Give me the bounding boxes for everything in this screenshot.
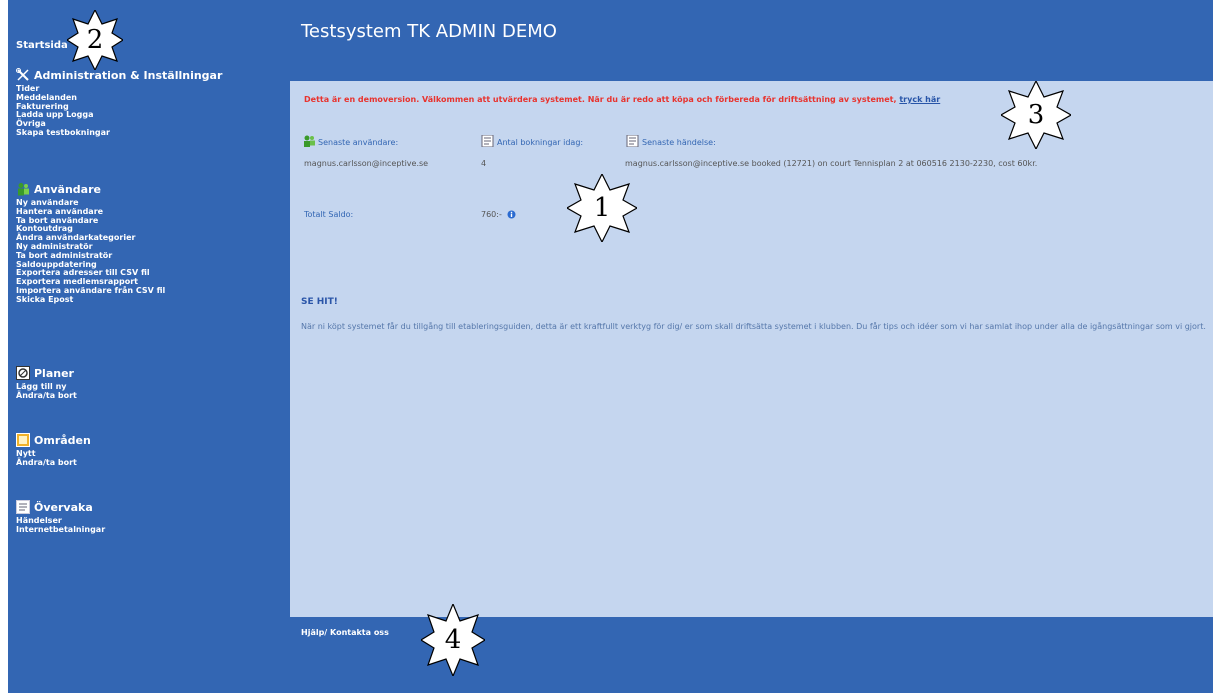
callout-1: 1 [565, 172, 639, 244]
user-icon [304, 135, 315, 147]
bookings-today-label: Antal bokningar idag: [497, 138, 584, 147]
sidebar-section-title: Övervaka [34, 500, 93, 514]
sidebar-section-items: Tider Meddelanden Fakturering Ladda upp Log… [16, 84, 222, 138]
sidebar-item[interactable]: Ändra/ta bort [16, 458, 91, 468]
callout-3-label: 3 [1027, 100, 1045, 130]
app-title: Testsystem TK ADMIN DEMO [301, 21, 557, 42]
sidebar-section-header: Övervaka [16, 498, 105, 516]
latest-event-label-group: Senaste händelse: [626, 135, 716, 147]
bookings-today-value: 4 [481, 159, 487, 168]
callout-2-label: 2 [86, 25, 104, 55]
sidebar-section-title: Användare [34, 182, 101, 196]
sidebar-item[interactable]: Ladda upp Logga [16, 111, 222, 120]
document-icon [481, 135, 494, 147]
sidebar-section: Planer Lägg till ny Ändra/ta bort [16, 364, 77, 401]
sidebar-section-items: Ny användare Hantera användare Ta bort anv… [16, 198, 165, 305]
bookings-today-label-group: Antal bokningar idag: [481, 135, 583, 147]
sidebar-section-title: Planer [34, 366, 74, 380]
latest-user-label-group: Senaste användare: [302, 135, 398, 147]
callout-3: 3 [999, 79, 1073, 151]
demo-notice: Detta är en demoversion. Välkommen att u… [304, 95, 940, 104]
sidebar-section-items: Lägg till ny Ändra/ta bort [16, 382, 77, 401]
monitor-icon [16, 500, 30, 514]
sidebar-section-items: Nytt Ändra/ta bort [16, 449, 91, 468]
sidebar-home-link[interactable]: Startsida [16, 40, 68, 51]
sidebar-item[interactable]: Skicka Epost [16, 295, 165, 305]
sidebar-item[interactable]: Ändra/ta bort [16, 391, 77, 401]
total-balance-label: Totalt Saldo: [304, 210, 354, 219]
sidebar-section-title: Administration & Inställningar [34, 68, 223, 82]
main-panel: Detta är en demoversion. Välkommen att u… [290, 81, 1213, 617]
area-icon [16, 433, 30, 447]
sidebar-item[interactable]: Skapa testbokningar [16, 128, 222, 138]
sidebar-item[interactable]: Internetbetalningar [16, 525, 105, 535]
callout-4-label: 4 [444, 625, 462, 655]
latest-event-label: Senaste händelse: [642, 138, 716, 147]
info-icon[interactable] [507, 210, 516, 219]
latest-user-label: Senaste användare: [318, 138, 399, 147]
sidebar-section: Områden Nytt Ändra/ta bort [16, 431, 91, 468]
sidebar-section-header: Områden [16, 431, 91, 449]
sidebar-section-items: Händelser Internetbetalningar [16, 516, 105, 535]
se-hit-heading: SE HIT! [301, 297, 338, 307]
document-icon [626, 135, 639, 147]
sidebar-section-title: Områden [34, 433, 91, 447]
latest-user-value: magnus.carlsson@inceptive.se [304, 159, 429, 168]
total-balance-value: 760:- [481, 210, 502, 219]
help-contact-link[interactable]: Hjälp/ Kontakta oss [301, 628, 389, 637]
latest-event-value: magnus.carlsson@inceptive.se booked (127… [625, 159, 1038, 168]
demo-notice-text: Detta är en demoversion. Välkommen att u… [304, 95, 897, 104]
purchase-link[interactable]: tryck här [899, 95, 940, 104]
court-icon [16, 366, 30, 380]
total-balance-group: 760:- [481, 210, 516, 219]
callout-2: 2 [65, 8, 125, 72]
users-icon [16, 182, 30, 196]
sidebar-section: Administration & Inställningar Tider Medde… [16, 66, 222, 138]
sidebar-section: Övervaka Händelser Internetbetalningar [16, 498, 105, 535]
callout-1-label: 1 [593, 193, 611, 223]
sidebar-section-header: Användare [16, 180, 165, 198]
se-hit-text: När ni köpt systemet får du tillgång til… [301, 322, 1206, 331]
sidebar-section: Användare Ny användare Hantera användare Ta… [16, 180, 165, 305]
sidebar-section-header: Planer [16, 364, 77, 382]
sidebar: Startsida Administration & Inställningar… [8, 0, 290, 693]
tools-icon [16, 68, 30, 82]
callout-4: 4 [419, 602, 487, 678]
